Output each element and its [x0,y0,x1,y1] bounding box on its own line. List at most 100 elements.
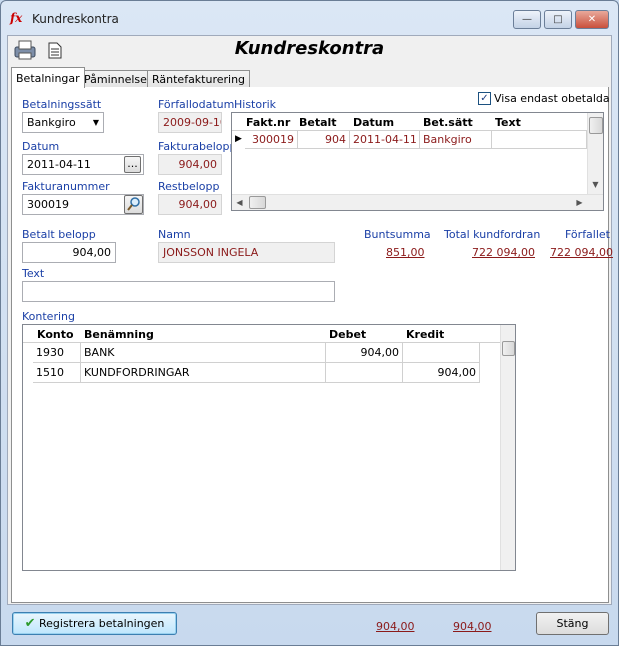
kontering-grid: Konto Benämning Debet Kredit 1930 BANK 9… [22,324,516,571]
col-betsatt: Bet.sätt [423,116,473,129]
date-picker-button[interactable]: ... [124,156,141,173]
scroll-thumb[interactable] [502,341,515,356]
betalt-belopp-label: Betalt belopp [22,228,96,241]
restbelopp-label: Restbelopp [158,180,220,193]
cell-faktnr: 300019 [245,131,298,149]
scroll-thumb[interactable] [589,117,603,134]
col-datum: Datum [353,116,395,129]
hscroll-thumb[interactable] [249,196,266,209]
cell-debet: 904,00 [326,343,403,363]
fakturabelopp-value: 904,00 [178,158,218,171]
cell-debet [326,363,403,383]
ellipsis-icon: ... [127,157,138,170]
chevron-down-icon: ▼ [92,118,99,127]
forfallet-link[interactable]: 722 094,00 [550,246,613,259]
register-payment-label: Registrera betalningen [39,617,165,630]
fakturabelopp-field: 904,00 [158,154,222,175]
col-kredit: Kredit [406,328,445,341]
historik-hscrollbar[interactable]: ◀ ▶ [232,194,603,210]
scroll-right-icon[interactable]: ▶ [572,195,587,210]
maximize-icon: □ [553,14,563,25]
magnifier-icon [126,197,140,211]
kredit-total-link[interactable]: 904,00 [453,620,492,633]
betalningar-page: Betalningssätt Bankgiro ▼ Datum 2011-04-… [11,87,613,633]
buntsumma-label: Buntsumma [364,228,431,241]
betalningssatt-select[interactable]: Bankgiro ▼ [22,112,104,133]
minimize-button[interactable]: — [513,10,541,29]
fakturanummer-label: Fakturanummer [22,180,110,193]
buntsumma-link[interactable]: 851,00 [386,246,425,259]
betalningssatt-value: Bankgiro [27,116,76,129]
restbelopp-value: 904,00 [178,198,218,211]
scroll-down-icon[interactable]: ▼ [588,177,603,192]
tab-rantefakturering[interactable]: Räntefakturering [147,70,251,88]
page-title: Kundreskontra [234,38,385,59]
maximize-button[interactable]: □ [544,10,572,29]
namn-label: Namn [158,228,191,241]
total-kundfordran-link[interactable]: 722 094,00 [472,246,535,259]
app-window: fx Kundreskontra — □ ✕ Kundreskontra Bet… [0,0,619,646]
cell-text [492,131,587,149]
close-icon: ✕ [587,14,597,25]
restbelopp-field: 904,00 [158,194,222,215]
register-payment-button[interactable]: ✔ Registrera betalningen [12,612,177,635]
fakturabelopp-label: Fakturabelopp [158,140,237,153]
visa-obetalda-label: Visa endast obetalda [494,92,610,105]
forfallodatum-label: Förfallodatum [158,98,235,111]
print-button[interactable] [12,39,38,61]
close-window-button[interactable]: ✕ [575,10,609,29]
cell-betsatt: Bankgiro [420,131,492,149]
historik-header: Fakt.nr Betalt Datum Bet.sätt Text [232,113,587,131]
namn-value: JONSSON INGELA [163,246,259,259]
cell-konto: 1930 [33,343,81,363]
preview-button[interactable] [46,39,72,61]
forfallodatum-value: 2009-09-10 [163,116,222,129]
invoice-search-button[interactable] [124,195,143,214]
cell-kredit: 904,00 [403,363,480,383]
col-konto: Konto [37,328,74,341]
table-row[interactable]: 1930 BANK 904,00 [23,343,480,363]
text-field[interactable] [22,281,335,302]
client-area: Kundreskontra Betalningar Påminnelser Rä… [7,35,613,633]
col-text: Text [495,116,521,129]
close-button[interactable]: Stäng [536,612,609,635]
forfallet-label: Förfallet [565,228,610,241]
cell-betalt: 904 [298,131,350,149]
cell-benamning: KUNDFORDRINGAR [81,363,326,383]
printer-icon [14,40,36,60]
table-row[interactable]: ▶ 300019 904 2011-04-11 Bankgiro [232,131,587,150]
scroll-left-icon[interactable]: ◀ [232,195,247,210]
fakturanummer-value: 300019 [27,198,69,211]
text-label: Text [22,267,45,280]
col-betalt: Betalt [299,116,337,129]
minimize-icon: — [522,14,532,25]
namn-field: JONSSON INGELA [158,242,335,263]
datum-label: Datum [22,140,60,153]
total-kundfordran-label: Total kundfordran [444,228,541,241]
forfallodatum-field: 2009-09-10 [158,112,222,133]
window-title: Kundreskontra [32,12,119,26]
row-pointer-icon: ▶ [235,134,242,144]
historik-label: Historik [234,98,277,111]
title-bar: fx Kundreskontra — □ ✕ [1,1,618,35]
visa-obetalda-checkbox[interactable]: ✓ [478,92,491,105]
cell-kredit [403,343,480,363]
debet-total-link[interactable]: 904,00 [376,620,415,633]
datum-value: 2011-04-11 [27,158,91,171]
cell-datum: 2011-04-11 [350,131,420,149]
betalt-belopp-value: 904,00 [72,246,112,259]
kontering-label: Kontering [22,310,75,323]
col-debet: Debet [329,328,367,341]
kontering-header: Konto Benämning Debet Kredit [23,325,500,343]
betalningssatt-label: Betalningssätt [22,98,102,111]
tab-paminnelser[interactable]: Påminnelser [79,70,157,88]
app-logo-icon: fx [10,11,23,25]
table-row[interactable]: 1510 KUNDFORDRINGAR 904,00 [23,363,480,383]
tab-betalningar[interactable]: Betalningar [11,67,85,88]
col-benamning: Benämning [84,328,154,341]
close-button-label: Stäng [556,617,589,630]
betalt-belopp-field[interactable]: 904,00 [22,242,116,263]
document-icon [48,42,62,59]
kontering-vscrollbar[interactable] [500,325,515,570]
historik-vscrollbar[interactable]: ▼ [587,113,603,194]
